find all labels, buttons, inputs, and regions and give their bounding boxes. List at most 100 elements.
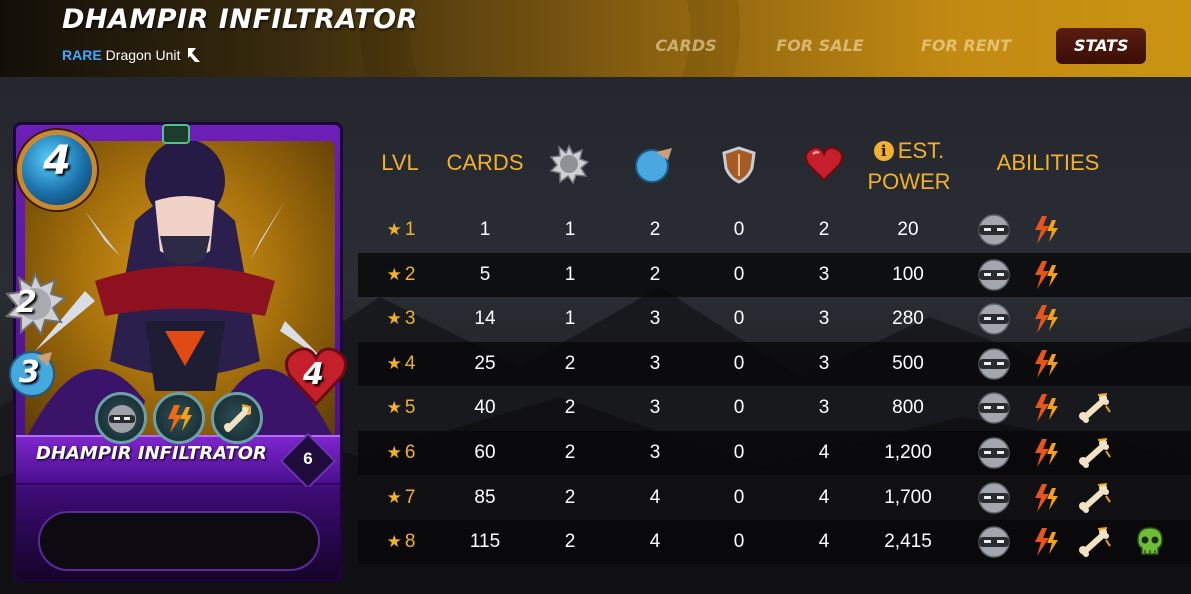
row-attack: 1 — [564, 308, 576, 330]
scavenger-icon[interactable] — [1076, 526, 1112, 558]
sneak-icon[interactable] — [976, 392, 1012, 425]
star-icon: ★ — [386, 220, 402, 239]
card-subtitle: RARE Dragon Unit — [62, 46, 202, 64]
row-cards: 115 — [469, 531, 501, 553]
tab-stats[interactable]: STATS — [1056, 28, 1147, 64]
row-cards: 1 — [479, 219, 491, 240]
blast-icon[interactable] — [1028, 437, 1064, 469]
melee-attack-icon — [549, 144, 589, 184]
table-row: ★ 6 60 2 3 0 4 1,200 — [358, 431, 1191, 475]
blast-icon[interactable] — [1028, 303, 1064, 335]
row-level: ★ 1 — [386, 219, 416, 240]
sneak-icon[interactable] — [976, 303, 1012, 335]
row-armor: 0 — [733, 397, 745, 419]
row-power: 500 — [892, 352, 924, 374]
card-speed: 3 — [19, 355, 40, 390]
row-level: ★ 4 — [386, 352, 416, 374]
card-abilities-panel — [16, 487, 340, 579]
row-power: 100 — [892, 263, 924, 285]
row-cards: 14 — [474, 308, 496, 330]
row-level: ★ 6 — [386, 442, 416, 463]
table-row: ★ 8 115 2 4 0 4 2,415 — [358, 520, 1191, 565]
splinter-gem-icon — [162, 124, 190, 144]
tab-for-rent[interactable]: FOR RENT — [916, 28, 1016, 64]
page-title: DHAMPIR INFILTRATOR — [62, 4, 418, 35]
speed-icon — [635, 148, 672, 183]
star-icon: ★ — [386, 398, 402, 418]
card-name: DHAMPIR INFILTRATOR — [36, 443, 267, 464]
row-health: 4 — [818, 442, 830, 463]
page-header: DHAMPIR INFILTRATOR RARE Dragon Unit CARD… — [0, 0, 1191, 77]
row-attack: 2 — [564, 397, 576, 419]
row-cards: 5 — [479, 263, 491, 285]
row-health: 3 — [818, 308, 830, 330]
sneak-icon[interactable] — [976, 481, 1012, 514]
blast-icon[interactable] — [1028, 214, 1064, 246]
row-speed: 2 — [649, 219, 661, 240]
tab-for-sale[interactable]: FOR SALE — [770, 28, 870, 64]
row-attack: 2 — [564, 486, 576, 508]
tab-overflow[interactable]: ▮ — [1184, 28, 1191, 64]
rarity-label: RARE — [62, 47, 102, 63]
row-attack: 1 — [564, 219, 576, 240]
row-power: 20 — [897, 219, 919, 240]
blast-icon[interactable] — [1028, 482, 1064, 514]
row-power: 1,700 — [884, 486, 932, 508]
row-attack: 2 — [564, 531, 576, 553]
row-cards: 40 — [474, 397, 496, 419]
row-armor: 0 — [733, 263, 745, 285]
armor-shield-icon — [722, 146, 756, 184]
row-cards: 25 — [474, 352, 496, 374]
skull-icon[interactable] — [1132, 526, 1168, 558]
row-health: 4 — [818, 486, 830, 508]
row-speed: 3 — [649, 352, 661, 374]
card-ability-blast[interactable] — [153, 392, 205, 444]
row-armor: 0 — [733, 352, 745, 374]
row-speed: 4 — [649, 486, 661, 508]
sneak-icon[interactable] — [976, 258, 1012, 291]
sneak-icon[interactable] — [976, 526, 1012, 558]
blast-icon[interactable] — [1028, 392, 1064, 424]
scavenger-icon[interactable] — [1076, 482, 1112, 514]
row-armor: 0 — [733, 486, 745, 508]
row-health: 3 — [818, 397, 830, 419]
table-row: ★ 5 40 2 3 0 3 800 — [358, 386, 1191, 430]
blast-icon[interactable] — [1028, 259, 1064, 291]
row-level: ★ 7 — [386, 486, 416, 508]
blast-icon[interactable] — [1028, 348, 1064, 380]
header-cards: CARDS — [446, 150, 524, 175]
row-cards: 60 — [474, 442, 496, 463]
row-speed: 3 — [649, 442, 661, 463]
row-attack: 2 — [564, 352, 576, 374]
row-armor: 0 — [733, 219, 745, 240]
row-health: 3 — [818, 263, 830, 285]
star-icon: ★ — [386, 353, 402, 373]
table-row: ★ 2 5 1 2 0 3 100 — [358, 252, 1191, 297]
row-health: 4 — [818, 531, 830, 553]
table-row: ★ 3 14 1 3 0 3 280 — [358, 297, 1191, 341]
row-attack: 1 — [564, 263, 576, 285]
info-icon[interactable]: i — [873, 141, 894, 161]
row-power: 2,415 — [884, 531, 932, 553]
row-speed: 4 — [649, 531, 661, 553]
header-est-power: i EST. POWER — [867, 138, 951, 194]
sneak-icon[interactable] — [976, 348, 1012, 380]
row-speed: 2 — [649, 263, 661, 285]
blast-icon[interactable] — [1028, 526, 1064, 558]
star-icon: ★ — [386, 309, 402, 329]
scavenger-icon[interactable] — [1076, 392, 1112, 424]
star-icon: ★ — [386, 443, 402, 462]
row-level: ★ 8 — [386, 531, 416, 553]
star-icon: ★ — [386, 487, 402, 507]
sneak-icon[interactable] — [976, 214, 1012, 246]
tab-cards[interactable]: CARDS — [648, 28, 724, 64]
scavenger-icon[interactable] — [1076, 437, 1112, 469]
sneak-icon[interactable] — [976, 437, 1012, 469]
row-level: ★ 5 — [386, 397, 416, 419]
header-abilities: ABILITIES — [996, 150, 1100, 175]
star-icon: ★ — [386, 264, 402, 284]
card-ability-scavenger[interactable] — [211, 392, 263, 444]
row-attack: 2 — [564, 442, 576, 463]
row-speed: 3 — [649, 397, 661, 419]
card-ability-sneak[interactable] — [95, 392, 147, 444]
